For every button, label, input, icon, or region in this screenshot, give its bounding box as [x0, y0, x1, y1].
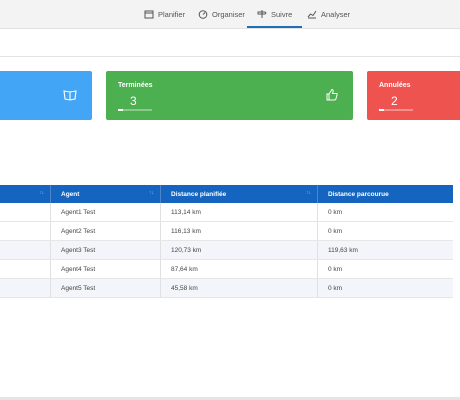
table-cell-distance-parcourue: 0 km: [317, 278, 453, 298]
table-row[interactable]: Agent2 Test 116,13 km 0 km: [0, 221, 453, 241]
table-cell: [0, 240, 51, 260]
sort-icon[interactable]: ↑↓: [149, 190, 154, 196]
nav-label-analyser: Analyser: [321, 9, 351, 19]
table-cell: [0, 221, 51, 241]
column-header-distance-planifiee[interactable]: Distance planifiée ↑↓: [160, 185, 318, 203]
table-cell-distance-parcourue: 0 km: [317, 259, 453, 279]
card-count-terminees: 3: [130, 94, 137, 108]
status-card-in-progress[interactable]: [0, 71, 92, 120]
nav-tab-organiser[interactable]: Organiser: [198, 0, 245, 28]
column-header-agent[interactable]: Agent ↑↓: [50, 185, 161, 203]
table-cell-distance-planifiee: 45,58 km: [160, 278, 318, 298]
table-cell: [0, 203, 51, 222]
table-row[interactable]: Agent4 Test 87,64 km 0 km: [0, 259, 453, 279]
table-row[interactable]: Agent1 Test 113,14 km 0 km: [0, 203, 453, 222]
sub-toolbar: [0, 29, 460, 57]
nav-label-organiser: Organiser: [212, 9, 245, 19]
nav-tab-suivre[interactable]: Suivre: [246, 0, 303, 28]
table-cell-agent: Agent5 Test: [50, 278, 161, 298]
nav-label-suivre: Suivre: [271, 9, 293, 19]
table-cell: [0, 278, 51, 298]
agents-table: ↑↓ Agent ↑↓ Distance planifiée ↑↓ Distance…: [0, 185, 453, 298]
table-cell-distance-planifiee: 87,64 km: [160, 259, 318, 279]
sort-icon[interactable]: ↑↓: [306, 190, 311, 196]
card-title-terminees: Terminées: [118, 82, 153, 89]
status-card-annulees[interactable]: Annulées 2: [367, 71, 460, 120]
nav-tab-analyser[interactable]: Analyser: [307, 0, 350, 28]
table-header-row: ↑↓ Agent ↑↓ Distance planifiée ↑↓ Distance…: [0, 185, 453, 203]
card-progress-bar: [379, 109, 413, 111]
card-progress-bar: [118, 109, 152, 111]
table-cell-distance-planifiee: 116,13 km: [160, 221, 318, 241]
card-title-annulees: Annulées: [379, 82, 411, 89]
chart-icon: [307, 10, 317, 19]
status-card-terminees[interactable]: Terminées 3: [106, 71, 353, 120]
gauge-icon: [198, 10, 208, 19]
table-cell-agent: Agent1 Test: [50, 203, 161, 222]
table-cell-agent: Agent3 Test: [50, 240, 161, 260]
table-cell-distance-parcourue: 0 km: [317, 203, 453, 222]
table-cell-distance-planifiee: 113,14 km: [160, 203, 318, 222]
book-open-icon: [63, 90, 77, 101]
sort-icon[interactable]: ↑↓: [39, 190, 44, 196]
calendar-icon: [144, 10, 154, 19]
column-header-distance-parcourue[interactable]: Distance parcourue: [317, 185, 453, 203]
thumbs-up-icon: [326, 88, 338, 101]
nav-tab-planifier[interactable]: Planifier: [144, 0, 185, 28]
table-row[interactable]: Agent5 Test 45,58 km 0 km: [0, 278, 453, 298]
table-cell-agent: Agent2 Test: [50, 221, 161, 241]
column-header-0[interactable]: ↑↓: [0, 185, 51, 203]
top-navigation: Planifier Organiser Suivre Analyser: [0, 0, 460, 29]
table-cell-agent: Agent4 Test: [50, 259, 161, 279]
table-cell: [0, 259, 51, 279]
table-cell-distance-planifiee: 120,73 km: [160, 240, 318, 260]
table-row[interactable]: Agent3 Test 120,73 km 119,63 km: [0, 240, 453, 260]
card-count-annulees: 2: [391, 94, 398, 108]
nav-label-planifier: Planifier: [158, 9, 186, 19]
table-cell-distance-parcourue: 119,63 km: [317, 240, 453, 260]
table-cell-distance-parcourue: 0 km: [317, 221, 453, 241]
signpost-icon: [257, 10, 267, 18]
